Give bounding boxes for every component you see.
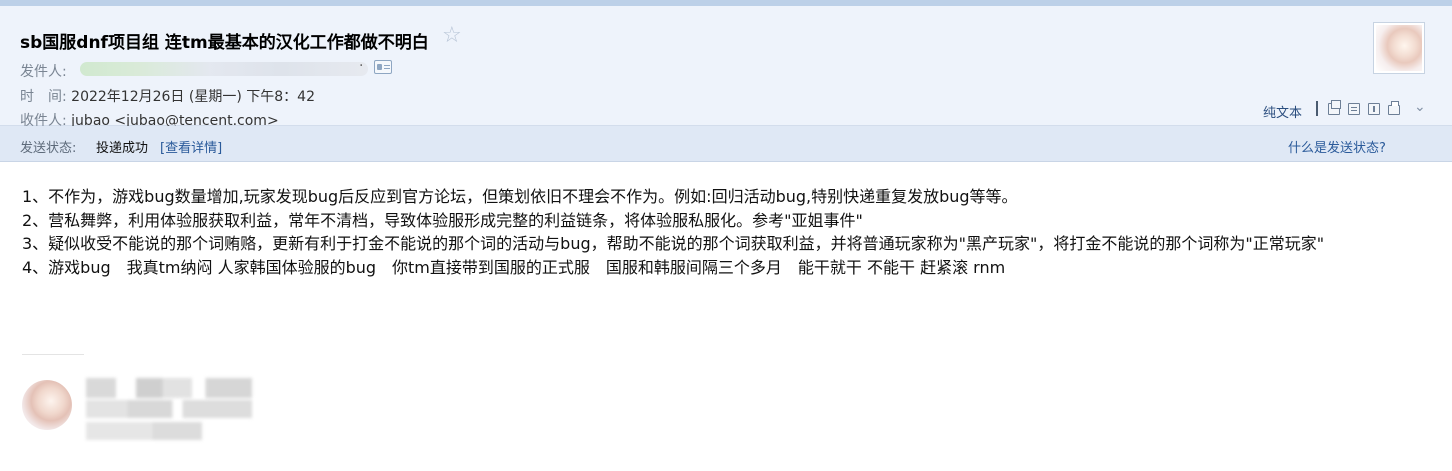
time-row: 时 间: 2022年12月26日 (星期一) 下午8：42 <box>20 86 315 106</box>
sender-redacted <box>80 62 368 76</box>
toolbar-separator <box>1316 101 1318 116</box>
email-header: sb国服dnf项目组 连tm最基本的汉化工作都做不明白 ☆ 发件人: · 时 间… <box>0 6 1452 129</box>
signature-divider <box>22 354 84 355</box>
status-label: 发送状态: <box>20 141 77 156</box>
star-icon[interactable]: ☆ <box>442 25 462 47</box>
body-paragraph-3: 3、疑似收受不能说的那个词贿赂，更新有利于打金不能说的那个词的活动与bug，帮助… <box>22 234 1325 253</box>
from-label: 发件人: <box>20 64 67 80</box>
contact-card-icon[interactable] <box>374 60 392 74</box>
signature-redacted <box>86 378 252 440</box>
notes-icon[interactable] <box>1348 103 1360 115</box>
signature-avatar <box>22 380 72 430</box>
from-row: 发件人: <box>20 61 67 81</box>
chevron-down-icon[interactable]: ⌄ <box>1414 99 1426 115</box>
time-label: 时 间: <box>20 89 67 105</box>
new-window-icon[interactable] <box>1328 100 1341 115</box>
download-icon[interactable] <box>1368 103 1380 115</box>
body-paragraph-4: 4、游戏bug 我真tm纳闷 人家韩国体验服的bug 你tm直接带到国服的正式服… <box>22 257 1006 277</box>
status-details-link[interactable]: [查看详情] <box>160 137 222 156</box>
status-value: 投递成功 <box>96 141 149 156</box>
email-body: 1、不作为，游戏bug数量增加,玩家发现bug后反应到官方论坛，但策划依旧不理会… <box>22 185 1432 279</box>
sender-avatar[interactable] <box>1373 22 1425 74</box>
body-paragraph-2: 2、营私舞弊，利用体验服获取利益，常年不清档，导致体验服形成完整的利益链条，将体… <box>22 210 863 230</box>
email-subject: sb国服dnf项目组 连tm最基本的汉化工作都做不明白 <box>20 33 429 53</box>
plain-text-link[interactable]: 纯文本 <box>1263 102 1302 121</box>
sender-separator: · <box>359 58 364 74</box>
print-icon[interactable] <box>1388 101 1400 115</box>
status-help-link[interactable]: 什么是发送状态? <box>1288 137 1386 156</box>
send-status-bar: 发送状态: 投递成功 [查看详情] 什么是发送状态? <box>0 126 1452 162</box>
body-paragraph-1: 1、不作为，游戏bug数量增加,玩家发现bug后反应到官方论坛，但策划依旧不理会… <box>22 187 1018 206</box>
time-value: 2022年12月26日 (星期一) 下午8：42 <box>71 89 315 105</box>
